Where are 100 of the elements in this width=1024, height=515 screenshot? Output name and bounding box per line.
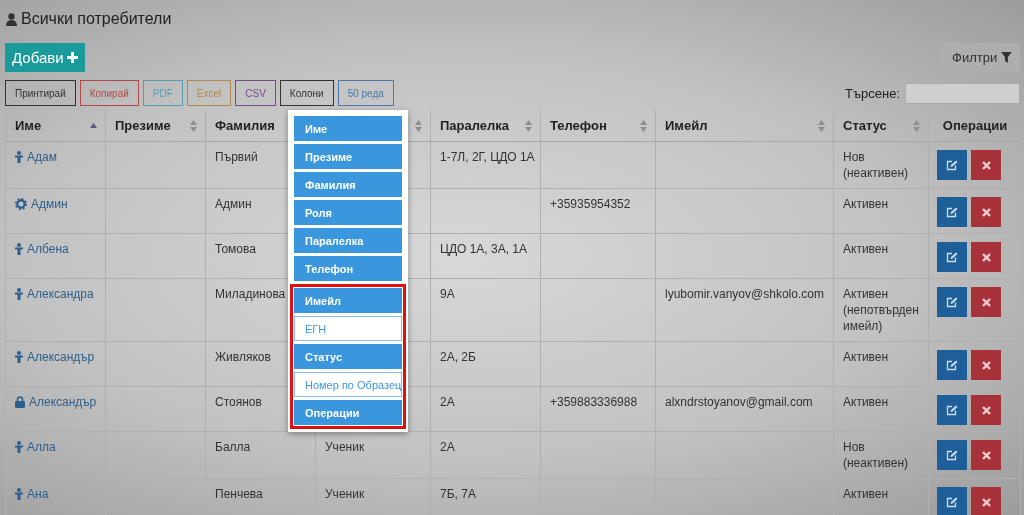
page-title: Всички потребители <box>21 10 172 28</box>
edit-button[interactable] <box>937 350 967 380</box>
export-button[interactable]: Копирай <box>79 80 139 106</box>
last-name-cell: Админ <box>215 196 252 212</box>
column-toggle[interactable]: Паралелка <box>294 228 402 253</box>
user-name-link[interactable]: Адам <box>27 149 57 165</box>
edit-button[interactable] <box>937 150 967 180</box>
phone-cell: +359883336988 <box>550 394 638 410</box>
delete-button[interactable] <box>971 287 1001 317</box>
edit-icon <box>946 296 958 308</box>
class-cell: ЦДО 1А, 3А, 1А <box>440 241 528 257</box>
close-icon <box>981 497 991 507</box>
close-icon <box>981 297 991 307</box>
edit-icon <box>946 449 958 461</box>
edit-icon <box>946 206 958 218</box>
edit-button[interactable] <box>937 440 967 470</box>
user-icon <box>6 12 17 26</box>
plus-icon <box>66 52 78 63</box>
column-header[interactable]: Име <box>15 118 42 133</box>
search-field[interactable] <box>905 82 1020 104</box>
class-cell: 2А <box>440 439 455 455</box>
user-name-link[interactable]: Админ <box>31 196 68 212</box>
filter-icon <box>1001 52 1012 63</box>
class-cell: 7Б, 7А <box>440 486 476 502</box>
close-icon <box>981 160 991 170</box>
column-toggle[interactable]: Презиме <box>294 144 402 169</box>
status-cell-text: Нов (неактивен) <box>843 439 910 471</box>
add-button[interactable]: Добави <box>5 43 85 72</box>
export-button[interactable]: 50 реда <box>337 80 394 106</box>
column-toggle[interactable]: Статус <box>294 344 402 369</box>
email-cell: alxndrstoyanov@gmail.com <box>665 394 813 410</box>
status-cell: Активен <box>843 486 889 502</box>
lock-icon <box>15 396 25 408</box>
export-button[interactable]: Excel <box>186 80 232 106</box>
column-toggle[interactable]: ЕГН <box>294 316 402 341</box>
edit-icon <box>946 496 958 508</box>
delete-button[interactable] <box>971 395 1001 425</box>
class-cell: 2А <box>440 394 455 410</box>
edit-button[interactable] <box>937 287 967 317</box>
column-toggle[interactable]: Операции <box>294 400 402 425</box>
last-name-cell: Стоянов <box>215 394 262 410</box>
column-header[interactable]: Имейл <box>665 118 708 133</box>
close-icon <box>981 405 991 415</box>
status-cell: Активен <box>843 349 889 365</box>
column-header[interactable]: Паралелка <box>440 118 510 133</box>
column-toggle[interactable]: Роля <box>294 200 402 225</box>
class-cell: 1-7Л, 2Г, ЦДО 1А <box>440 149 535 165</box>
class-cell: 2А, 2Б <box>440 349 476 365</box>
column-header[interactable]: Операции <box>942 118 1008 133</box>
search-label: Търсене: <box>844 85 900 101</box>
user-name-link[interactable]: Александра <box>27 286 94 302</box>
close-icon <box>981 252 991 262</box>
last-name-cell: Пенчева <box>215 486 263 502</box>
role-cell: Ученик <box>325 439 365 455</box>
sort-ascending-icon[interactable] <box>90 123 97 128</box>
role-cell: Ученик <box>325 486 365 502</box>
column-toggle[interactable]: Име <box>294 116 402 141</box>
edit-button[interactable] <box>937 197 967 227</box>
column-header[interactable]: Статус <box>843 118 887 133</box>
column-toggle[interactable]: Телефон <box>294 256 402 281</box>
status-cell: Активен <box>843 196 889 212</box>
delete-button[interactable] <box>971 350 1001 380</box>
status-cell: Активен <box>843 241 889 257</box>
column-header[interactable]: Фамилия <box>215 118 275 133</box>
export-button[interactable]: Принтирай <box>5 80 76 106</box>
delete-button[interactable] <box>971 150 1001 180</box>
user-name-link[interactable]: Албена <box>27 241 69 257</box>
last-name-cell: Томова <box>215 241 256 257</box>
person-icon <box>15 243 23 255</box>
edit-button[interactable] <box>937 242 967 272</box>
edit-button[interactable] <box>937 487 967 515</box>
column-toggle[interactable]: Номер по Образец <box>294 372 402 397</box>
user-name-link[interactable]: Александър <box>27 349 95 365</box>
person-icon <box>15 288 23 300</box>
last-name-cell: Живляков <box>215 349 271 365</box>
close-icon <box>981 207 991 217</box>
user-name-link[interactable]: Александър <box>29 394 97 410</box>
column-toggle[interactable]: Фамилия <box>294 172 402 197</box>
column-toggle[interactable]: Имейл <box>294 288 402 313</box>
column-header[interactable]: Презиме <box>115 118 171 133</box>
close-icon <box>981 360 991 370</box>
delete-button[interactable] <box>971 197 1001 227</box>
user-name-link[interactable]: Ана <box>27 486 49 502</box>
close-icon <box>981 450 991 460</box>
class-cell: 9А <box>440 286 455 302</box>
export-button[interactable]: Колони <box>279 80 334 106</box>
column-header[interactable]: Телефон <box>550 118 607 133</box>
filter-button[interactable]: Филтри <box>942 43 1020 72</box>
person-icon <box>15 441 23 453</box>
export-button[interactable]: CSV <box>235 80 276 106</box>
edit-button[interactable] <box>937 395 967 425</box>
gear-icon <box>15 198 27 210</box>
user-name-link[interactable]: Алла <box>27 439 56 455</box>
delete-button[interactable] <box>971 242 1001 272</box>
delete-button[interactable] <box>971 440 1001 470</box>
status-cell: Активен <box>843 394 889 410</box>
delete-button[interactable] <box>971 487 1001 515</box>
last-name-cell: Миладинова <box>215 286 286 302</box>
person-icon <box>15 351 23 363</box>
email-cell: lyubomir.vanyov@shkolo.com <box>665 286 824 302</box>
